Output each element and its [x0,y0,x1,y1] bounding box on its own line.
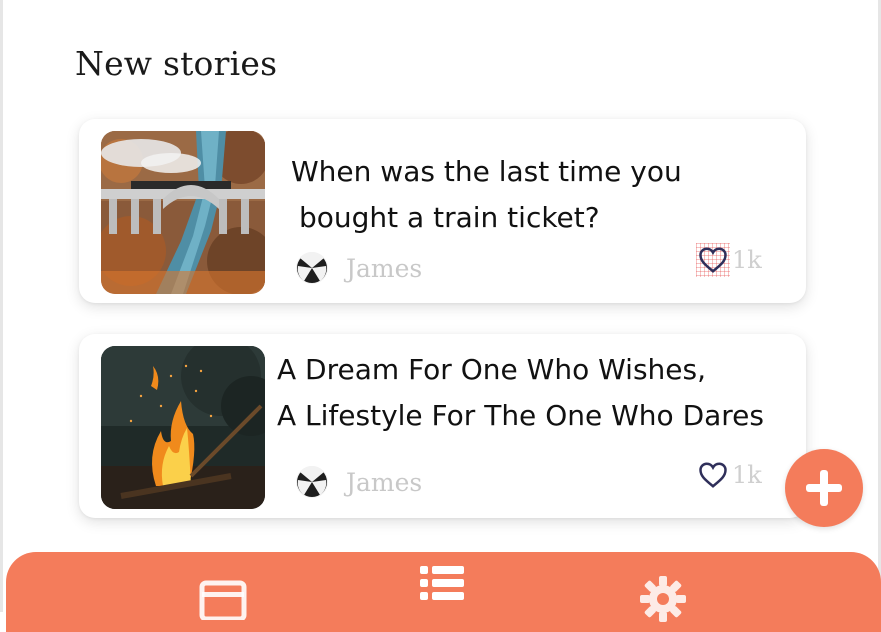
bottom-navigation [6,552,881,632]
author-name: James [346,253,423,283]
story-likes: 1k [696,243,762,277]
story-title-line2: bought a train ticket? [299,201,600,234]
story-title-line1: A Dream For One Who Wishes, [277,353,706,386]
app-screen: New stories When was the last time you b… [0,0,881,632]
story-title[interactable]: A Dream For One Who Wishes, A Lifestyle … [277,347,764,439]
story-card[interactable]: When was the last time you bought a trai… [79,119,806,303]
gear-icon[interactable] [638,574,688,624]
story-title-line1: When was the last time you [291,155,682,188]
section-title: New stories [75,44,278,83]
story-image-train-bridge[interactable] [101,131,265,294]
heart-outline-icon[interactable] [696,458,730,492]
story-author[interactable]: James [296,252,422,284]
avatar [296,252,328,284]
story-author[interactable]: James [296,466,422,498]
feed-icon[interactable] [199,580,247,620]
story-title-line2: A Lifestyle For The One Who Dares [277,399,764,432]
story-title[interactable]: When was the last time you bought a trai… [291,149,682,241]
author-name: James [346,467,423,497]
list-icon[interactable] [420,564,464,604]
plus-icon [806,470,842,506]
add-story-button[interactable] [785,449,863,527]
story-likes: 1k [696,458,762,492]
heart-outline-icon[interactable] [696,243,730,277]
story-card[interactable]: A Dream For One Who Wishes, A Lifestyle … [79,334,806,518]
like-count: 1k [732,246,762,274]
like-count: 1k [732,461,762,489]
story-image-campfire[interactable] [101,346,265,509]
avatar [296,466,328,498]
